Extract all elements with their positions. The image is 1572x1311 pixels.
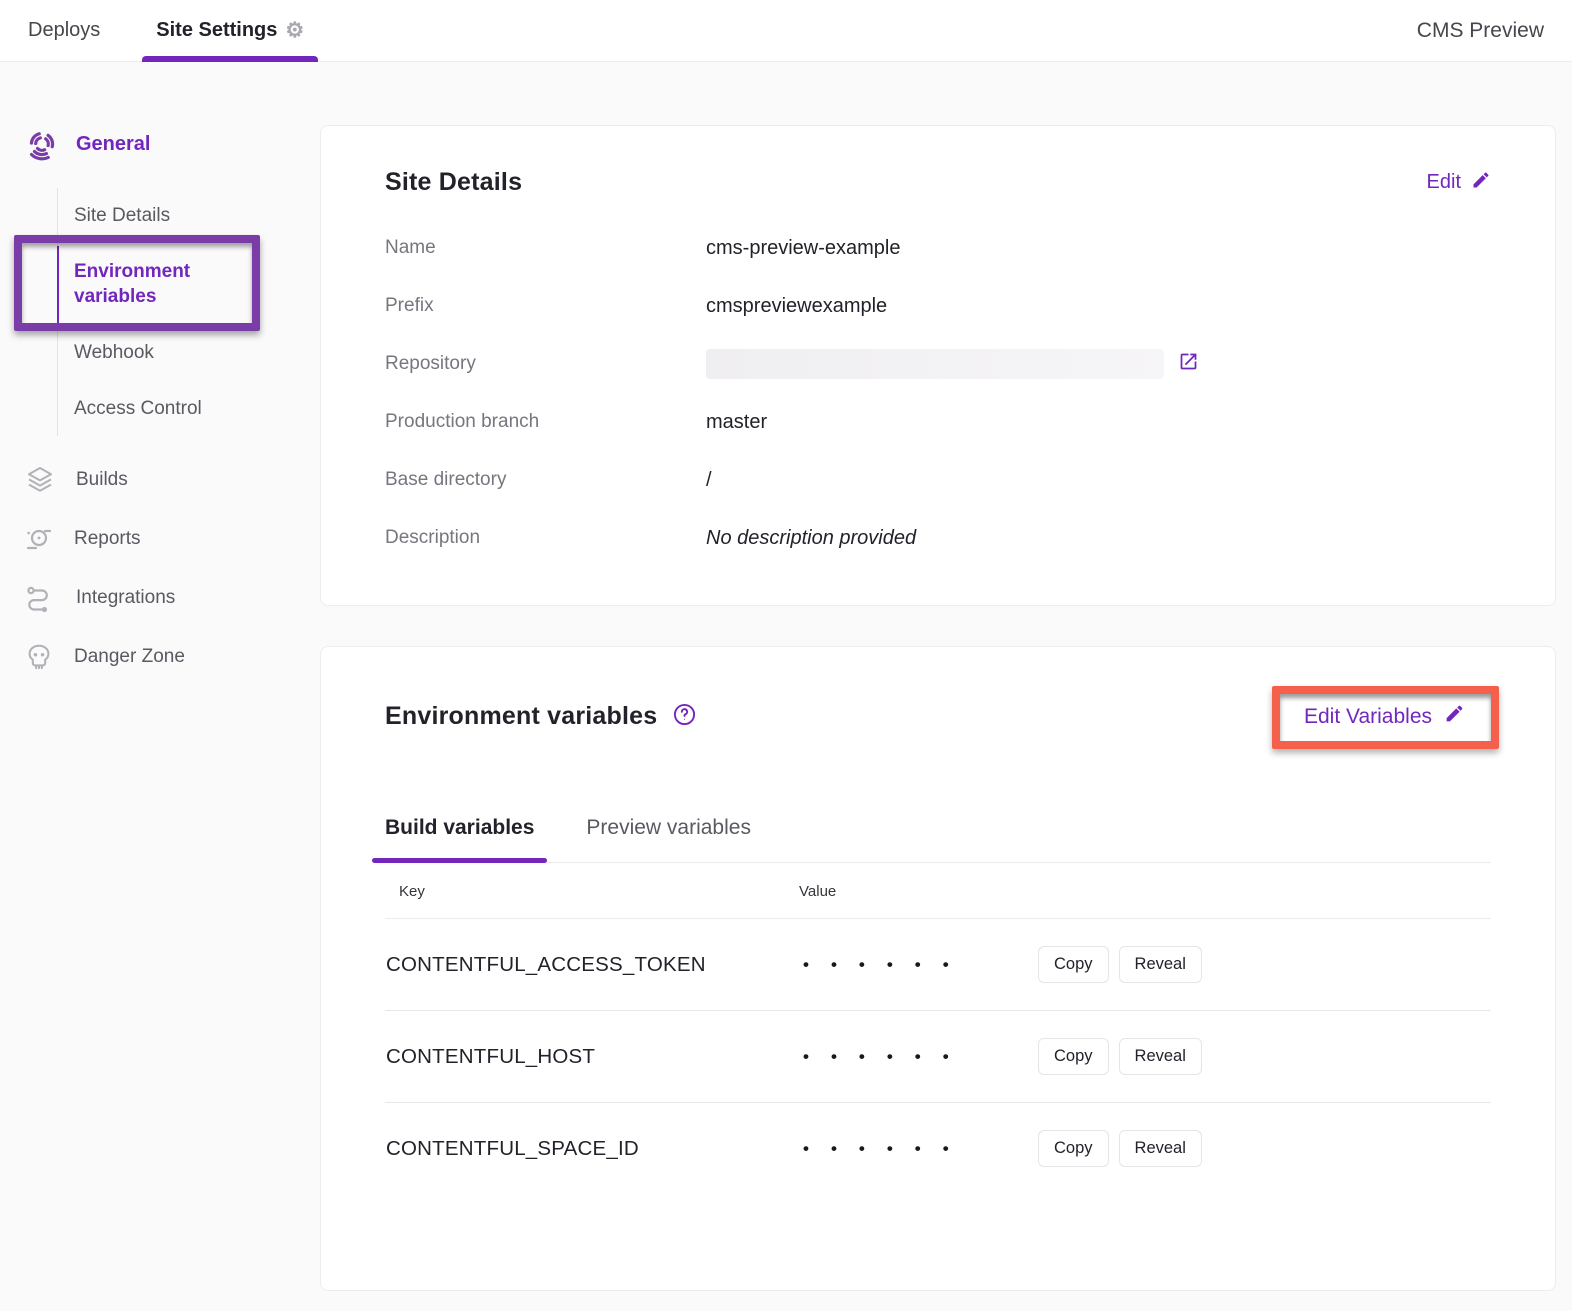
sidebar-item-site-details-label: Site Details (74, 205, 170, 226)
external-link-icon[interactable] (1178, 351, 1199, 377)
layers-icon (24, 464, 56, 496)
active-item-indicator (57, 246, 59, 323)
table-row: CONTENTFUL_HOST •••••• Copy Reveal (385, 1011, 1491, 1103)
edit-site-details-button[interactable]: Edit (1427, 170, 1491, 196)
sidebar-item-reports[interactable]: Reports (24, 510, 320, 568)
variable-key: CONTENTFUL_HOST (386, 1045, 773, 1069)
sidebar-item-site-details[interactable]: Site Details (74, 188, 259, 244)
sidebar-item-general-label: General (76, 133, 150, 156)
report-icon (24, 524, 54, 554)
tab-site-settings-label: Site Settings (156, 19, 277, 42)
reveal-button[interactable]: Reveal (1119, 946, 1202, 983)
copy-button[interactable]: Copy (1038, 1130, 1109, 1167)
settings-sidebar: General Site Details Environment variabl… (0, 62, 320, 686)
sidebar-item-integrations-label: Integrations (76, 587, 175, 609)
copy-button[interactable]: Copy (1038, 946, 1109, 983)
variables-table: Key Value CONTENTFUL_ACCESS_TOKEN ••••••… (385, 863, 1491, 1194)
masked-value: •••••• (773, 955, 1038, 975)
tab-deploys[interactable]: Deploys (28, 0, 100, 62)
purple-annotation-box (14, 235, 260, 331)
edit-variables-label: Edit Variables (1304, 705, 1432, 729)
pencil-icon (1471, 170, 1491, 196)
sidebar-item-webhook[interactable]: Webhook (74, 325, 259, 381)
table-row: CONTENTFUL_SPACE_ID •••••• Copy Reveal (385, 1103, 1491, 1194)
tab-build-variables-label: Build variables (385, 816, 534, 839)
column-header-key: Key (399, 883, 799, 900)
field-value: cms-preview-example (706, 237, 901, 260)
copy-button[interactable]: Copy (1038, 1038, 1109, 1075)
field-row-name: Name cms-preview-example (385, 233, 1491, 263)
field-label: Name (385, 237, 706, 259)
tab-build-variables[interactable]: Build variables (385, 806, 534, 862)
redacted-repository-value (706, 349, 1164, 379)
field-row-base-directory: Base directory / (385, 465, 1491, 495)
sidebar-item-webhook-label: Webhook (74, 342, 154, 363)
gear-icon: ⚙ (285, 20, 304, 41)
tab-site-settings[interactable]: Site Settings ⚙ (156, 0, 304, 62)
field-row-production-branch: Production branch master (385, 407, 1491, 437)
reveal-button[interactable]: Reveal (1119, 1130, 1202, 1167)
field-label: Prefix (385, 295, 706, 317)
environment-variables-title: Environment variables (385, 702, 657, 731)
top-navigation: Deploys Site Settings ⚙ CMS Preview (0, 0, 1572, 62)
pencil-icon (1444, 703, 1465, 730)
field-label: Production branch (385, 411, 706, 433)
field-label: Base directory (385, 469, 706, 491)
site-details-card: Site Details Edit Name cms-preview-examp… (320, 125, 1556, 606)
field-row-prefix: Prefix cmspreviewexample (385, 291, 1491, 321)
variables-tabs: Build variables Preview variables (385, 806, 1491, 863)
variable-key: CONTENTFUL_SPACE_ID (386, 1137, 773, 1161)
skull-icon (24, 642, 54, 672)
site-name-label: CMS Preview (1417, 19, 1544, 43)
sidebar-item-builds-label: Builds (76, 469, 128, 491)
tab-deploys-label: Deploys (28, 19, 100, 42)
reveal-button[interactable]: Reveal (1119, 1038, 1202, 1075)
field-value: / (706, 469, 712, 492)
field-label: Description (385, 527, 706, 549)
sidebar-item-integrations[interactable]: Integrations (24, 568, 320, 628)
environment-variables-card: Environment variables Edit Variables (320, 646, 1556, 1291)
active-tab-underline (142, 56, 318, 62)
sidebar-item-general[interactable]: General (24, 126, 320, 162)
general-arcs-icon (24, 126, 60, 162)
sidebar-item-environment-variables-label: Environment variables (74, 261, 190, 308)
tab-preview-variables-label: Preview variables (586, 816, 751, 839)
main-content: Site Details Edit Name cms-preview-examp… (320, 62, 1572, 1305)
active-tab-underline (372, 858, 547, 863)
help-icon[interactable] (673, 703, 696, 731)
field-value: master (706, 411, 767, 434)
masked-value: •••••• (773, 1047, 1038, 1067)
masked-value: •••••• (773, 1139, 1038, 1159)
field-label: Repository (385, 353, 706, 375)
column-header-value: Value (799, 883, 1064, 900)
field-value: cmspreviewexample (706, 295, 887, 318)
table-row: CONTENTFUL_ACCESS_TOKEN •••••• Copy Reve… (385, 919, 1491, 1011)
variable-key: CONTENTFUL_ACCESS_TOKEN (386, 953, 773, 977)
sidebar-item-access-control[interactable]: Access Control (74, 381, 259, 437)
tab-preview-variables[interactable]: Preview variables (586, 806, 751, 862)
edit-variables-button[interactable]: Edit Variables (1278, 689, 1491, 744)
sidebar-item-danger-zone-label: Danger Zone (74, 646, 185, 668)
site-details-title: Site Details (385, 168, 522, 197)
edit-site-details-label: Edit (1427, 171, 1461, 194)
sidebar-item-reports-label: Reports (74, 528, 141, 550)
field-value: No description provided (706, 527, 916, 550)
field-row-repository: Repository (385, 349, 1491, 379)
field-row-description: Description No description provided (385, 523, 1491, 553)
sidebar-item-access-control-label: Access Control (74, 398, 202, 419)
general-sub-menu: Site Details Environment variables Webho… (57, 188, 320, 436)
variables-table-header: Key Value (385, 863, 1491, 919)
integrations-icon (24, 582, 56, 614)
sidebar-item-environment-variables[interactable]: Environment variables (74, 244, 259, 325)
sidebar-item-builds[interactable]: Builds (24, 450, 320, 510)
sidebar-item-danger-zone[interactable]: Danger Zone (24, 628, 320, 686)
